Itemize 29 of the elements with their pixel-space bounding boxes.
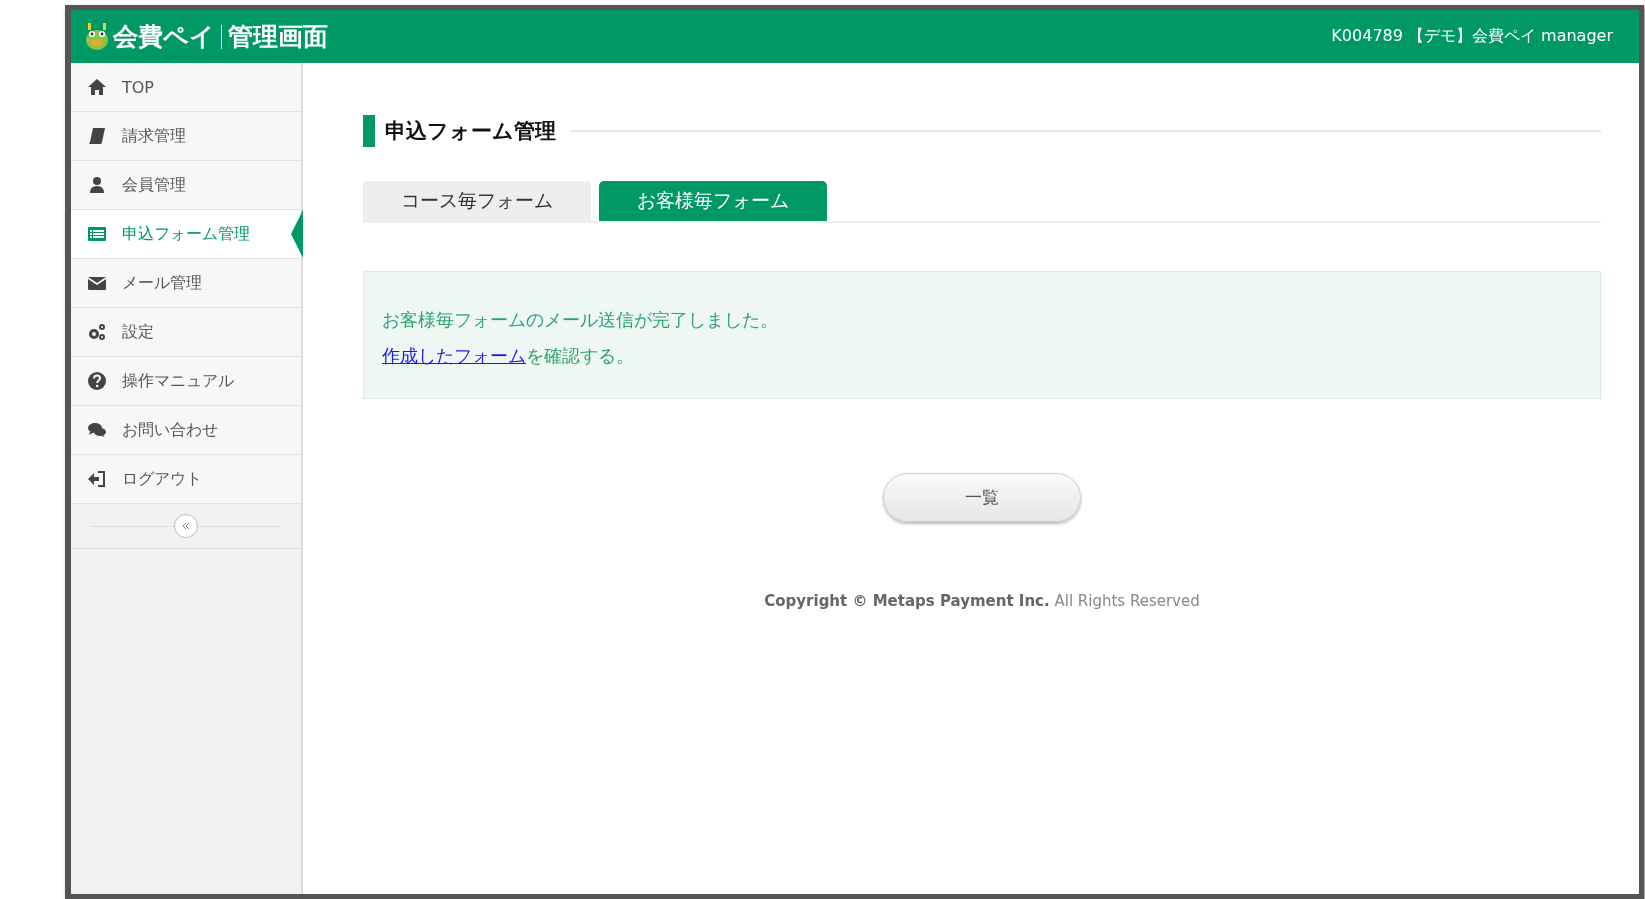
confirm-text: 作成したフォームを確認する。 bbox=[382, 344, 635, 368]
sidebar-item[interactable]: 操作マニュアル bbox=[71, 357, 301, 406]
list-button[interactable]: 一覧 bbox=[883, 473, 1081, 522]
person-icon bbox=[87, 175, 107, 195]
question-icon bbox=[87, 371, 107, 391]
copyright-text: Copyright © Metaps Payment Inc. All Rights Reserved bbox=[763, 592, 1201, 610]
home-icon bbox=[87, 77, 107, 97]
app-title: 管理画面 bbox=[228, 21, 328, 53]
frog-logo-icon bbox=[85, 22, 109, 51]
sidebar-item[interactable]: ログアウト bbox=[71, 455, 301, 504]
logo-text: 会費ペイ bbox=[113, 21, 215, 53]
double-chevron-icon bbox=[181, 521, 191, 531]
sidebar-item[interactable]: 設定 bbox=[71, 308, 301, 357]
sidebar-item[interactable]: メール管理 bbox=[71, 259, 301, 308]
sidebar-item[interactable]: 会員管理 bbox=[71, 161, 301, 210]
account-name: K004789 【デモ】会費ペイ manager bbox=[1331, 26, 1613, 47]
chat-icon bbox=[87, 420, 107, 440]
sidebar-item[interactable]: TOP bbox=[71, 63, 301, 112]
list-icon bbox=[87, 224, 107, 244]
page-title: 申込フォーム管理 bbox=[363, 115, 556, 147]
success-message: お客様毎フォームのメール送信が完了しました。 bbox=[382, 308, 779, 332]
collapse-button[interactable] bbox=[174, 514, 198, 538]
tab[interactable]: コース毎フォーム bbox=[363, 181, 591, 221]
sidebar-item[interactable]: 申込フォーム管理 bbox=[71, 210, 301, 259]
form-link[interactable]: 作成したフォーム bbox=[382, 345, 526, 366]
sidebar-item[interactable]: お問い合わせ bbox=[71, 406, 301, 455]
logout-icon bbox=[87, 469, 107, 489]
sidebar-item[interactable]: 請求管理 bbox=[71, 112, 301, 161]
tab[interactable]: お客様毎フォーム bbox=[599, 181, 827, 221]
